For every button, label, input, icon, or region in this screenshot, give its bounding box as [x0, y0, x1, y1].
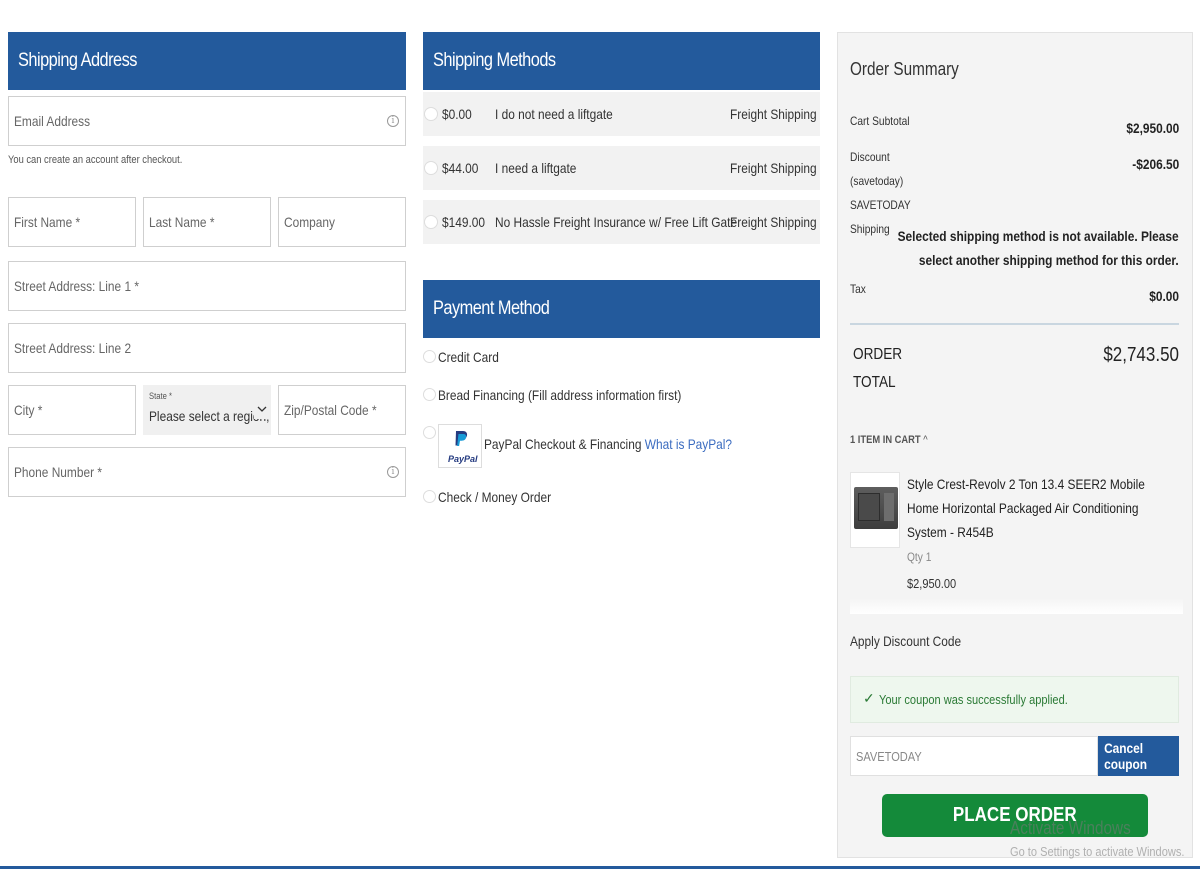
- discount-value: -$206.50: [1132, 156, 1179, 172]
- shipping-address-title: Shipping Address: [18, 50, 137, 71]
- coupon-code-input[interactable]: SAVETODAY: [850, 736, 1098, 776]
- shipping-radio[interactable]: [424, 107, 438, 121]
- paypal-label[interactable]: PayPal Checkout & Financing What is PayP…: [484, 436, 732, 452]
- shipping-carrier: Freight Shipping: [730, 214, 817, 230]
- shipping-price: $44.00: [442, 160, 479, 176]
- city-placeholder: City *: [14, 402, 43, 418]
- state-value: Please select a region, s: [149, 408, 271, 424]
- items-in-cart-toggle[interactable]: 1 ITEM IN CART ^: [850, 434, 928, 446]
- phone-field[interactable]: Phone Number * i: [8, 447, 406, 497]
- coupon-code-value: SAVETODAY: [856, 749, 922, 764]
- shipping-radio[interactable]: [424, 215, 438, 229]
- credit-card-radio[interactable]: [423, 350, 436, 363]
- tax-label: Tax: [850, 282, 866, 296]
- chevron-up-icon: ^: [923, 434, 928, 446]
- email-note: You can create an account after checkout…: [8, 154, 183, 166]
- first-name-field[interactable]: First Name *: [8, 197, 136, 247]
- coupon-success-message: ✓ Your coupon was successfully applied.: [850, 676, 1179, 723]
- shipping-price: $0.00: [442, 106, 472, 122]
- cart-subtotal-label: Cart Subtotal: [850, 114, 910, 128]
- last-name-field[interactable]: Last Name *: [143, 197, 271, 247]
- product-name-3: System - R454B: [907, 524, 994, 540]
- discount-code-label: (savetoday): [850, 174, 904, 188]
- payment-method-header: Payment Method: [423, 280, 820, 338]
- zip-placeholder: Zip/Postal Code *: [284, 402, 377, 418]
- product-name-2: Home Horizontal Packaged Air Conditionin…: [907, 500, 1139, 516]
- cart-fade: [850, 598, 1183, 614]
- email-placeholder: Email Address: [14, 113, 91, 129]
- order-total-label: ORDER: [853, 346, 903, 363]
- shipping-option[interactable]: $44.00 I need a liftgate Freight Shippin…: [423, 146, 820, 190]
- check-money-order-radio[interactable]: [423, 490, 436, 503]
- info-icon[interactable]: i: [387, 466, 399, 478]
- email-field[interactable]: Email Address i: [8, 96, 406, 146]
- check-icon: ✓: [863, 690, 875, 706]
- discount-label: Discount: [850, 150, 890, 164]
- info-icon[interactable]: i: [387, 115, 399, 127]
- order-summary-title: Order Summary: [850, 59, 959, 79]
- discount-code-name: SAVETODAY: [850, 198, 911, 212]
- shipping-description: I do not need a liftgate: [495, 106, 613, 122]
- city-field[interactable]: City *: [8, 385, 136, 435]
- shipping-option[interactable]: $0.00 I do not need a liftgate Freight S…: [423, 92, 820, 136]
- shipping-description: No Hassle Freight Insurance w/ Free Lift…: [495, 214, 738, 230]
- product-name: Style Crest-Revolv 2 Ton 13.4 SEER2 Mobi…: [907, 476, 1145, 492]
- bread-financing-label[interactable]: Bread Financing (Fill address informatio…: [438, 387, 681, 403]
- chevron-down-icon: [254, 399, 270, 419]
- activate-windows-watermark: Activate Windows: [1010, 818, 1131, 838]
- product-thumbnail: [850, 472, 900, 548]
- product-qty: Qty 1: [907, 550, 932, 564]
- shipping-carrier: Freight Shipping: [730, 106, 817, 122]
- product-price: $2,950.00: [907, 576, 957, 591]
- shipping-methods-title: Shipping Methods: [433, 50, 556, 71]
- last-name-placeholder: Last Name *: [149, 214, 215, 230]
- state-label: State *: [149, 391, 172, 401]
- shipping-unavailable-message-2: select another shipping method for this …: [919, 252, 1179, 268]
- zip-field[interactable]: Zip/Postal Code *: [278, 385, 406, 435]
- first-name-placeholder: First Name *: [14, 214, 81, 230]
- credit-card-label[interactable]: Credit Card: [438, 349, 499, 365]
- street-line1-field[interactable]: Street Address: Line 1 *: [8, 261, 406, 311]
- phone-placeholder: Phone Number *: [14, 464, 102, 480]
- order-total-label-2: TOTAL: [853, 374, 896, 391]
- check-money-order-label[interactable]: Check / Money Order: [438, 489, 551, 505]
- paypal-radio[interactable]: [423, 426, 436, 439]
- paypal-icon: [455, 431, 468, 446]
- street-line2-placeholder: Street Address: Line 2: [14, 340, 132, 356]
- apply-discount-title[interactable]: Apply Discount Code: [850, 633, 961, 649]
- company-field[interactable]: Company: [278, 197, 406, 247]
- summary-divider: [850, 323, 1179, 325]
- tax-value: $0.00: [1149, 288, 1179, 304]
- street-line1-placeholder: Street Address: Line 1 *: [14, 278, 140, 294]
- shipping-carrier: Freight Shipping: [730, 160, 817, 176]
- what-is-paypal-link[interactable]: What is PayPal?: [645, 436, 732, 452]
- shipping-option[interactable]: $149.00 No Hassle Freight Insurance w/ F…: [423, 200, 820, 244]
- cart-subtotal-value: $2,950.00: [1126, 120, 1179, 136]
- paypal-logo-text: PayPal: [448, 454, 478, 464]
- cancel-coupon-button[interactable]: Cancel coupon: [1098, 736, 1179, 776]
- payment-method-title: Payment Method: [433, 298, 550, 319]
- air-conditioner-image: [854, 487, 898, 529]
- street-line2-field[interactable]: Street Address: Line 2: [8, 323, 406, 373]
- shipping-label: Shipping: [850, 222, 890, 236]
- paypal-logo: PayPal: [438, 424, 482, 468]
- order-total-value: $2,743.50: [1103, 344, 1179, 366]
- bread-financing-radio[interactable]: [423, 388, 436, 401]
- shipping-price: $149.00: [442, 214, 486, 230]
- company-placeholder: Company: [284, 214, 335, 230]
- shipping-description: I need a liftgate: [495, 160, 577, 176]
- state-select[interactable]: State * Please select a region, s: [143, 385, 271, 435]
- activate-windows-hint: Go to Settings to activate Windows.: [1010, 844, 1185, 859]
- shipping-methods-header: Shipping Methods: [423, 32, 820, 90]
- shipping-address-header: Shipping Address: [8, 32, 406, 90]
- coupon-success-text: Your coupon was successfully applied.: [879, 692, 1068, 707]
- shipping-unavailable-message: Selected shipping method is not availabl…: [897, 228, 1179, 244]
- shipping-radio[interactable]: [424, 161, 438, 175]
